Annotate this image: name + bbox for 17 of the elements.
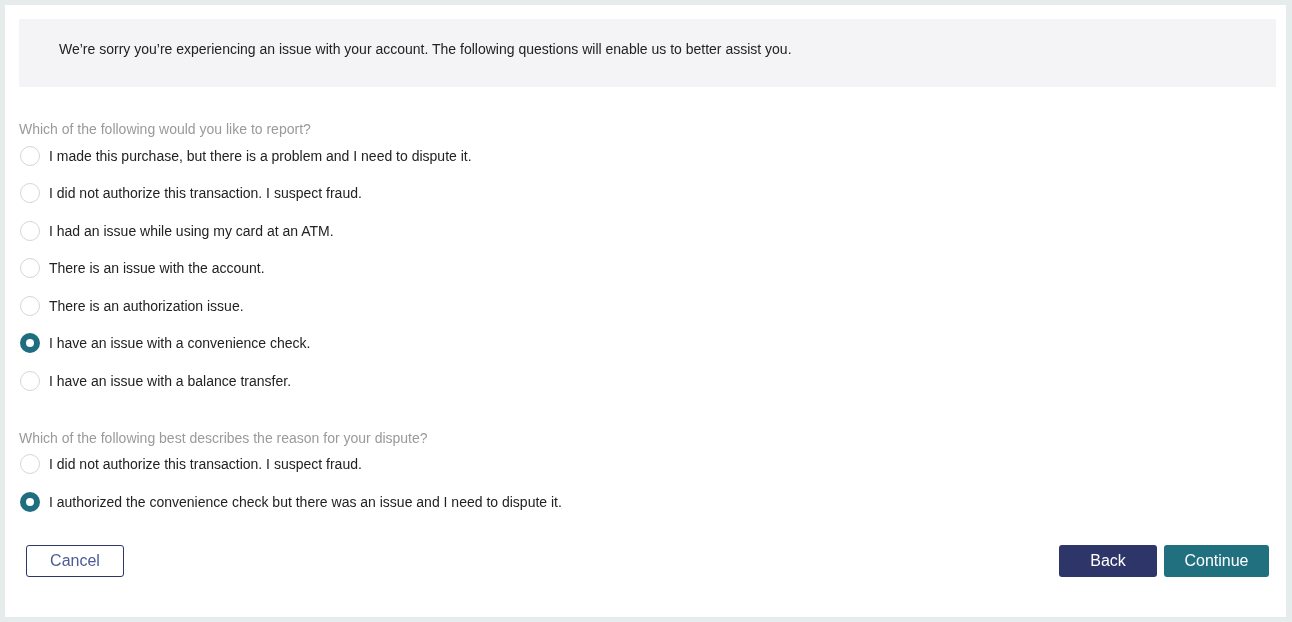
option-label[interactable]: I did not authorize this transaction. I suspect fraud. — [49, 185, 362, 202]
question-label: Which of the following best describes the reason for your dispute? — [19, 428, 429, 448]
option-label[interactable]: There is an issue with the account. — [49, 260, 265, 277]
option-label[interactable]: There is an authorization issue. — [49, 297, 244, 314]
back-button[interactable]: Back — [1059, 544, 1157, 577]
cancel-button[interactable]: Cancel — [26, 544, 124, 577]
continue-button[interactable]: Continue — [1164, 544, 1269, 577]
question-label: Which of the following would you like to report? — [19, 120, 312, 139]
option-label[interactable]: I did not authorize this transaction. I suspect fraud. — [49, 456, 362, 473]
option-label[interactable]: I had an issue while using my card at an ATM. — [49, 222, 334, 239]
option-label[interactable]: I have an issue with a convenience check. — [49, 335, 311, 352]
banner-text: We’re sorry you’re experiencing an issue with your account. The following questions will enable us to better assist you. — [59, 41, 792, 57]
option-label[interactable]: I have an issue with a balance transfer. — [49, 372, 292, 389]
option-label[interactable]: I made this purchase, but there is a problem and I need to dispute it. — [49, 147, 472, 164]
radio-button[interactable] — [20, 491, 40, 512]
option-label[interactable]: I authorized the convenience check but there was an issue and I need to dispute it. — [49, 493, 562, 510]
radio-button[interactable] — [20, 333, 40, 354]
